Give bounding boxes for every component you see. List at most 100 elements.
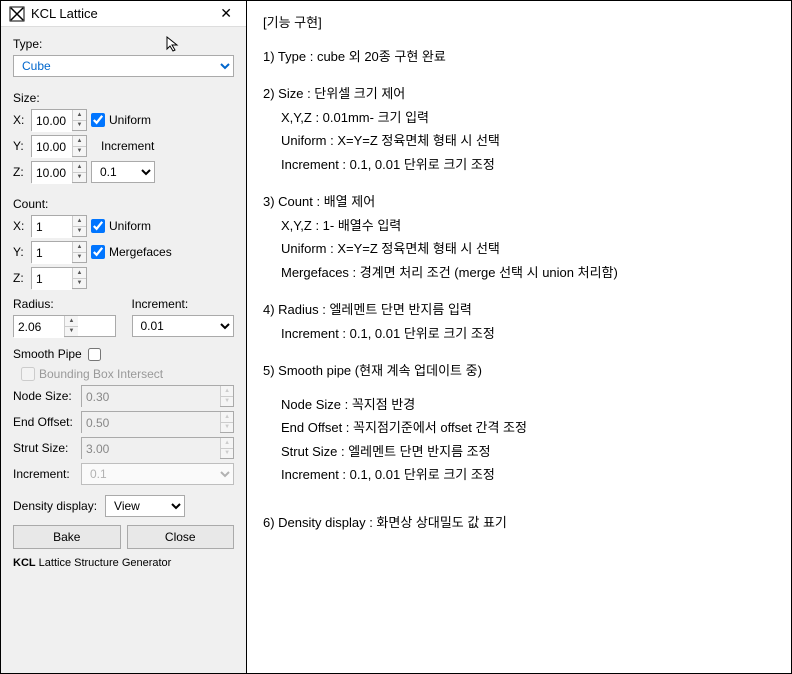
bbox-intersect-checkbox: [21, 367, 35, 381]
spinner-up-icon[interactable]: ▲: [65, 316, 78, 327]
count-x-label: X:: [13, 219, 27, 233]
radius-label: Radius:: [13, 297, 116, 311]
type-select[interactable]: Cube: [13, 55, 234, 77]
count-uniform-input[interactable]: [91, 219, 105, 233]
count-x-spinner[interactable]: ▲▼: [31, 215, 87, 237]
spinner-down-icon: ▼: [221, 449, 233, 459]
spinner-up-icon[interactable]: ▲: [73, 110, 86, 121]
spinner-down-icon[interactable]: ▼: [73, 121, 86, 131]
count-y-input[interactable]: [32, 242, 72, 264]
panel-content: Type: Cube Size: X: ▲▼ Uniform Y: ▲▼ Inc…: [1, 27, 246, 673]
count-z-spinner[interactable]: ▲▼: [31, 267, 87, 289]
size-z-input[interactable]: [32, 162, 72, 184]
footer-text: KCL Lattice Structure Generator: [13, 557, 234, 569]
smooth-pipe-checkbox[interactable]: [88, 348, 101, 361]
footer-normal: Lattice Structure Generator: [36, 557, 172, 569]
doc-s3b: Uniform : X=Y=Z 정육면체 형태 시 선택: [263, 239, 775, 259]
doc-header: [기능 구현]: [263, 13, 775, 33]
spinner-down-icon[interactable]: ▼: [73, 147, 86, 157]
bake-button[interactable]: Bake: [13, 525, 121, 549]
spinner-up-icon[interactable]: ▲: [73, 242, 86, 253]
spinner-down-icon[interactable]: ▼: [73, 173, 86, 183]
radius-increment-select[interactable]: 0.01: [132, 315, 235, 337]
window-title: KCL Lattice: [31, 6, 214, 21]
spinner-up-icon[interactable]: ▲: [73, 162, 86, 173]
size-z-row: Z: ▲▼ 0.1: [13, 161, 234, 183]
count-y-row: Y: ▲▼ Mergefaces: [13, 241, 234, 263]
doc-s4: 4) Radius : 엘레멘트 단면 반지름 입력: [263, 300, 775, 320]
spinner-up-icon[interactable]: ▲: [73, 268, 86, 279]
count-x-row: X: ▲▼ Uniform: [13, 215, 234, 237]
radius-increment-label: Increment:: [132, 297, 235, 311]
count-uniform-checkbox[interactable]: Uniform: [91, 219, 151, 233]
bbox-intersect-label: Bounding Box Intersect: [39, 367, 163, 381]
spinner-up-icon: ▲: [221, 386, 233, 397]
footer-bold: KCL: [13, 557, 36, 569]
size-x-input[interactable]: [32, 110, 72, 132]
doc-s5a: Node Size : 꼭지점 반경: [263, 395, 775, 415]
size-y-row: Y: ▲▼ Increment: [13, 135, 234, 157]
size-z-label: Z:: [13, 165, 27, 179]
doc-s5d: Increment : 0.1, 0.01 단위로 크기 조정: [263, 465, 775, 485]
end-offset-spinner: ▲▼: [81, 411, 234, 433]
pipe-increment-select: 0.1: [81, 463, 234, 485]
spinner-up-icon: ▲: [221, 438, 233, 449]
size-label: Size:: [13, 91, 234, 105]
radius-input[interactable]: [14, 316, 64, 338]
doc-s5c: Strut Size : 엘레멘트 단면 반지름 조정: [263, 442, 775, 462]
spinner-down-icon[interactable]: ▼: [73, 253, 86, 263]
count-x-input[interactable]: [32, 216, 72, 238]
strut-size-spinner: ▲▼: [81, 437, 234, 459]
doc-s3c: Mergefaces : 경계면 처리 조건 (merge 선택 시 union…: [263, 263, 775, 283]
node-size-input: [82, 386, 220, 408]
strut-size-row: Strut Size: ▲▼: [13, 437, 234, 459]
bbox-intersect-row: Bounding Box Intersect: [21, 367, 234, 381]
size-x-spinner[interactable]: ▲▼: [31, 109, 87, 131]
size-uniform-input[interactable]: [91, 113, 105, 127]
strut-size-label: Strut Size:: [13, 441, 77, 455]
close-button[interactable]: Close: [127, 525, 235, 549]
end-offset-label: End Offset:: [13, 415, 77, 429]
size-x-row: X: ▲▼ Uniform: [13, 109, 234, 131]
count-mergefaces-checkbox[interactable]: Mergefaces: [91, 245, 172, 259]
size-z-spinner[interactable]: ▲▼: [31, 161, 87, 183]
count-mergefaces-label: Mergefaces: [109, 245, 172, 259]
count-y-spinner[interactable]: ▲▼: [31, 241, 87, 263]
type-label: Type:: [13, 37, 234, 51]
end-offset-row: End Offset: ▲▼: [13, 411, 234, 433]
count-z-row: Z: ▲▼: [13, 267, 234, 289]
density-select[interactable]: View: [105, 495, 185, 517]
size-uniform-label: Uniform: [109, 113, 151, 127]
strut-size-input: [82, 438, 220, 460]
doc-s5b: End Offset : 꼭지점기준에서 offset 간격 조정: [263, 418, 775, 438]
doc-s2a: X,Y,Z : 0.01mm- 크기 입력: [263, 108, 775, 128]
size-y-spinner[interactable]: ▲▼: [31, 135, 87, 157]
button-row: Bake Close: [13, 525, 234, 549]
spinner-down-icon: ▼: [221, 397, 233, 407]
spinner-up-icon[interactable]: ▲: [73, 136, 86, 147]
doc-s1: 1) Type : cube 외 20종 구현 완료: [263, 47, 775, 67]
node-size-label: Node Size:: [13, 389, 77, 403]
size-y-input[interactable]: [32, 136, 72, 158]
size-increment-select[interactable]: 0.1: [91, 161, 155, 183]
spinner-down-icon[interactable]: ▼: [73, 227, 86, 237]
size-uniform-checkbox[interactable]: Uniform: [91, 113, 151, 127]
spinner-down-icon[interactable]: ▼: [65, 327, 78, 337]
app-icon: [9, 6, 25, 22]
spinner-up-icon[interactable]: ▲: [73, 216, 86, 227]
smooth-pipe-label: Smooth Pipe: [13, 347, 82, 361]
smooth-pipe-row: Smooth Pipe: [13, 347, 234, 361]
titlebar: KCL Lattice ✕: [1, 1, 246, 27]
end-offset-input: [82, 412, 220, 434]
count-y-label: Y:: [13, 245, 27, 259]
spinner-down-icon[interactable]: ▼: [73, 279, 86, 289]
count-uniform-label: Uniform: [109, 219, 151, 233]
doc-s3a: X,Y,Z : 1- 배열수 입력: [263, 216, 775, 236]
radius-spinner[interactable]: ▲▼: [13, 315, 116, 337]
size-increment-label: Increment: [101, 139, 154, 153]
pipe-increment-row: Increment: 0.1: [13, 463, 234, 485]
close-icon[interactable]: ✕: [214, 5, 238, 22]
count-z-input[interactable]: [32, 268, 72, 290]
doc-s5: 5) Smooth pipe (현재 계속 업데이트 중): [263, 361, 775, 381]
count-mergefaces-input[interactable]: [91, 245, 105, 259]
